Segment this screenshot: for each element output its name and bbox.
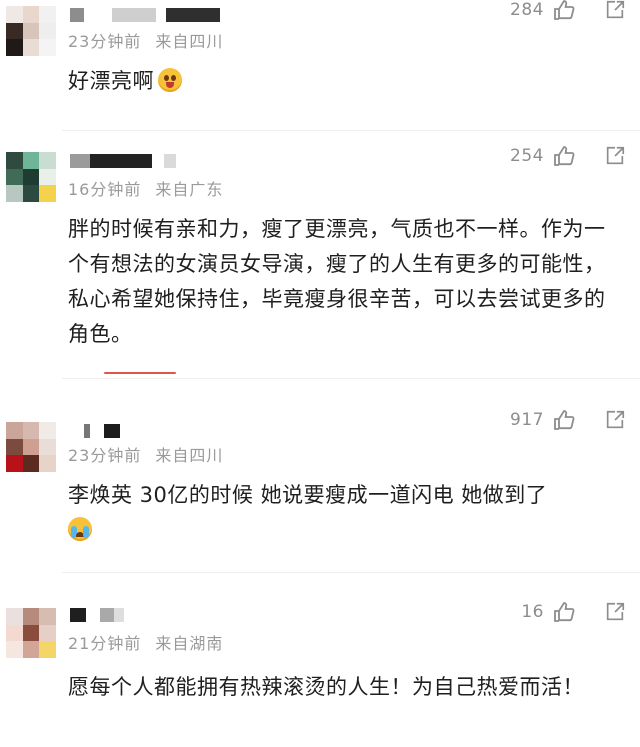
- comment-text: 李焕英 30亿的时候 她说要瘦成一道闪电 她做到了: [68, 478, 618, 552]
- astonished-face-icon: [158, 68, 182, 92]
- avatar[interactable]: [6, 608, 56, 658]
- avatar-pixel: [6, 422, 23, 439]
- username-mosaic[interactable]: [70, 608, 124, 622]
- avatar-pixel: [22, 641, 40, 658]
- avatar-pixel: [39, 422, 56, 439]
- avatar-pixel: [22, 39, 40, 56]
- avatar-pixel: [22, 608, 40, 625]
- like-count: 16: [521, 602, 544, 622]
- avatar-pixel: [39, 39, 56, 56]
- avatar[interactable]: [6, 152, 56, 202]
- avatar-pixel: [22, 152, 40, 169]
- accent-line: [104, 372, 176, 374]
- like-count: 254: [510, 146, 544, 166]
- divider: [62, 572, 640, 573]
- crying-face-icon: [68, 517, 92, 541]
- comment-time: 23分钟前: [68, 446, 142, 465]
- avatar-pixel: [39, 185, 56, 202]
- username-mosaic[interactable]: [70, 154, 176, 168]
- avatar-pixel: [22, 624, 40, 642]
- avatar-pixel: [6, 185, 23, 202]
- comment-location: 来自湖南: [155, 634, 224, 653]
- comment-location: 来自四川: [155, 32, 224, 51]
- thumbs-up-icon[interactable]: [552, 600, 576, 624]
- avatar-pixel: [39, 6, 56, 23]
- avatar-pixel: [39, 22, 56, 40]
- avatar-pixel: [22, 455, 40, 472]
- username-mosaic[interactable]: [70, 8, 220, 22]
- comment-text: 好漂亮啊: [68, 64, 618, 99]
- comment-time: 23分钟前: [68, 32, 142, 51]
- comment-text-content: 李焕英 30亿的时候 她说要瘦成一道闪电 她做到了: [68, 483, 548, 507]
- avatar-pixel: [6, 624, 23, 642]
- avatar-pixel: [6, 438, 23, 456]
- avatar-pixel: [22, 168, 40, 186]
- comment-meta: 23分钟前 来自四川: [68, 442, 223, 466]
- avatar[interactable]: [6, 6, 56, 56]
- username-mosaic[interactable]: [70, 424, 120, 438]
- avatar-pixel: [22, 6, 40, 23]
- comment-text: 愿每个人都能拥有热辣滚烫的人生！为自己热爱而活！: [68, 675, 584, 699]
- divider: [62, 378, 640, 379]
- comment-actions: 917: [510, 408, 626, 432]
- share-icon[interactable]: [604, 409, 626, 431]
- comment-location: 来自广东: [155, 180, 224, 199]
- comment-meta: 16分钟前 来自广东: [68, 176, 223, 200]
- comment-time: 21分钟前: [68, 634, 142, 653]
- avatar-pixel: [6, 641, 23, 658]
- comment-meta: 23分钟前 来自四川: [68, 28, 223, 52]
- avatar-pixel: [6, 608, 23, 625]
- comment-actions: 284: [510, 0, 626, 22]
- avatar-pixel: [22, 185, 40, 202]
- avatar-pixel: [22, 438, 40, 456]
- avatar-pixel: [39, 152, 56, 169]
- comment-actions: 254: [510, 144, 626, 168]
- comment-meta: 21分钟前 来自湖南: [68, 630, 223, 654]
- avatar-pixel: [6, 455, 23, 472]
- comment-time: 16分钟前: [68, 180, 142, 199]
- like-count: 917: [510, 410, 544, 430]
- comment-text: 胖的时候有亲和力，瘦了更漂亮，气质也不一样。作为一个有想法的女演员女导演，瘦了的…: [68, 217, 606, 346]
- share-icon[interactable]: [604, 601, 626, 623]
- like-count: 284: [510, 0, 544, 20]
- avatar-pixel: [6, 152, 23, 169]
- avatar-pixel: [6, 39, 23, 56]
- avatar-pixel: [6, 22, 23, 40]
- avatar-pixel: [6, 168, 23, 186]
- avatar-pixel: [39, 455, 56, 472]
- comment-text-content: 好漂亮啊: [68, 69, 154, 93]
- avatar-pixel: [39, 641, 56, 658]
- avatar[interactable]: [6, 422, 56, 472]
- avatar-pixel: [39, 438, 56, 456]
- thumbs-up-icon[interactable]: [552, 144, 576, 168]
- avatar-pixel: [22, 422, 40, 439]
- avatar-pixel: [39, 624, 56, 642]
- avatar-pixel: [39, 168, 56, 186]
- avatar-pixel: [39, 608, 56, 625]
- avatar-pixel: [22, 22, 40, 40]
- avatar-pixel: [6, 6, 23, 23]
- divider: [62, 130, 640, 131]
- share-icon[interactable]: [604, 0, 626, 21]
- comment-location: 来自四川: [155, 446, 224, 465]
- share-icon[interactable]: [604, 145, 626, 167]
- thumbs-up-icon[interactable]: [552, 0, 576, 22]
- comment-actions: 16: [521, 600, 626, 624]
- thumbs-up-icon[interactable]: [552, 408, 576, 432]
